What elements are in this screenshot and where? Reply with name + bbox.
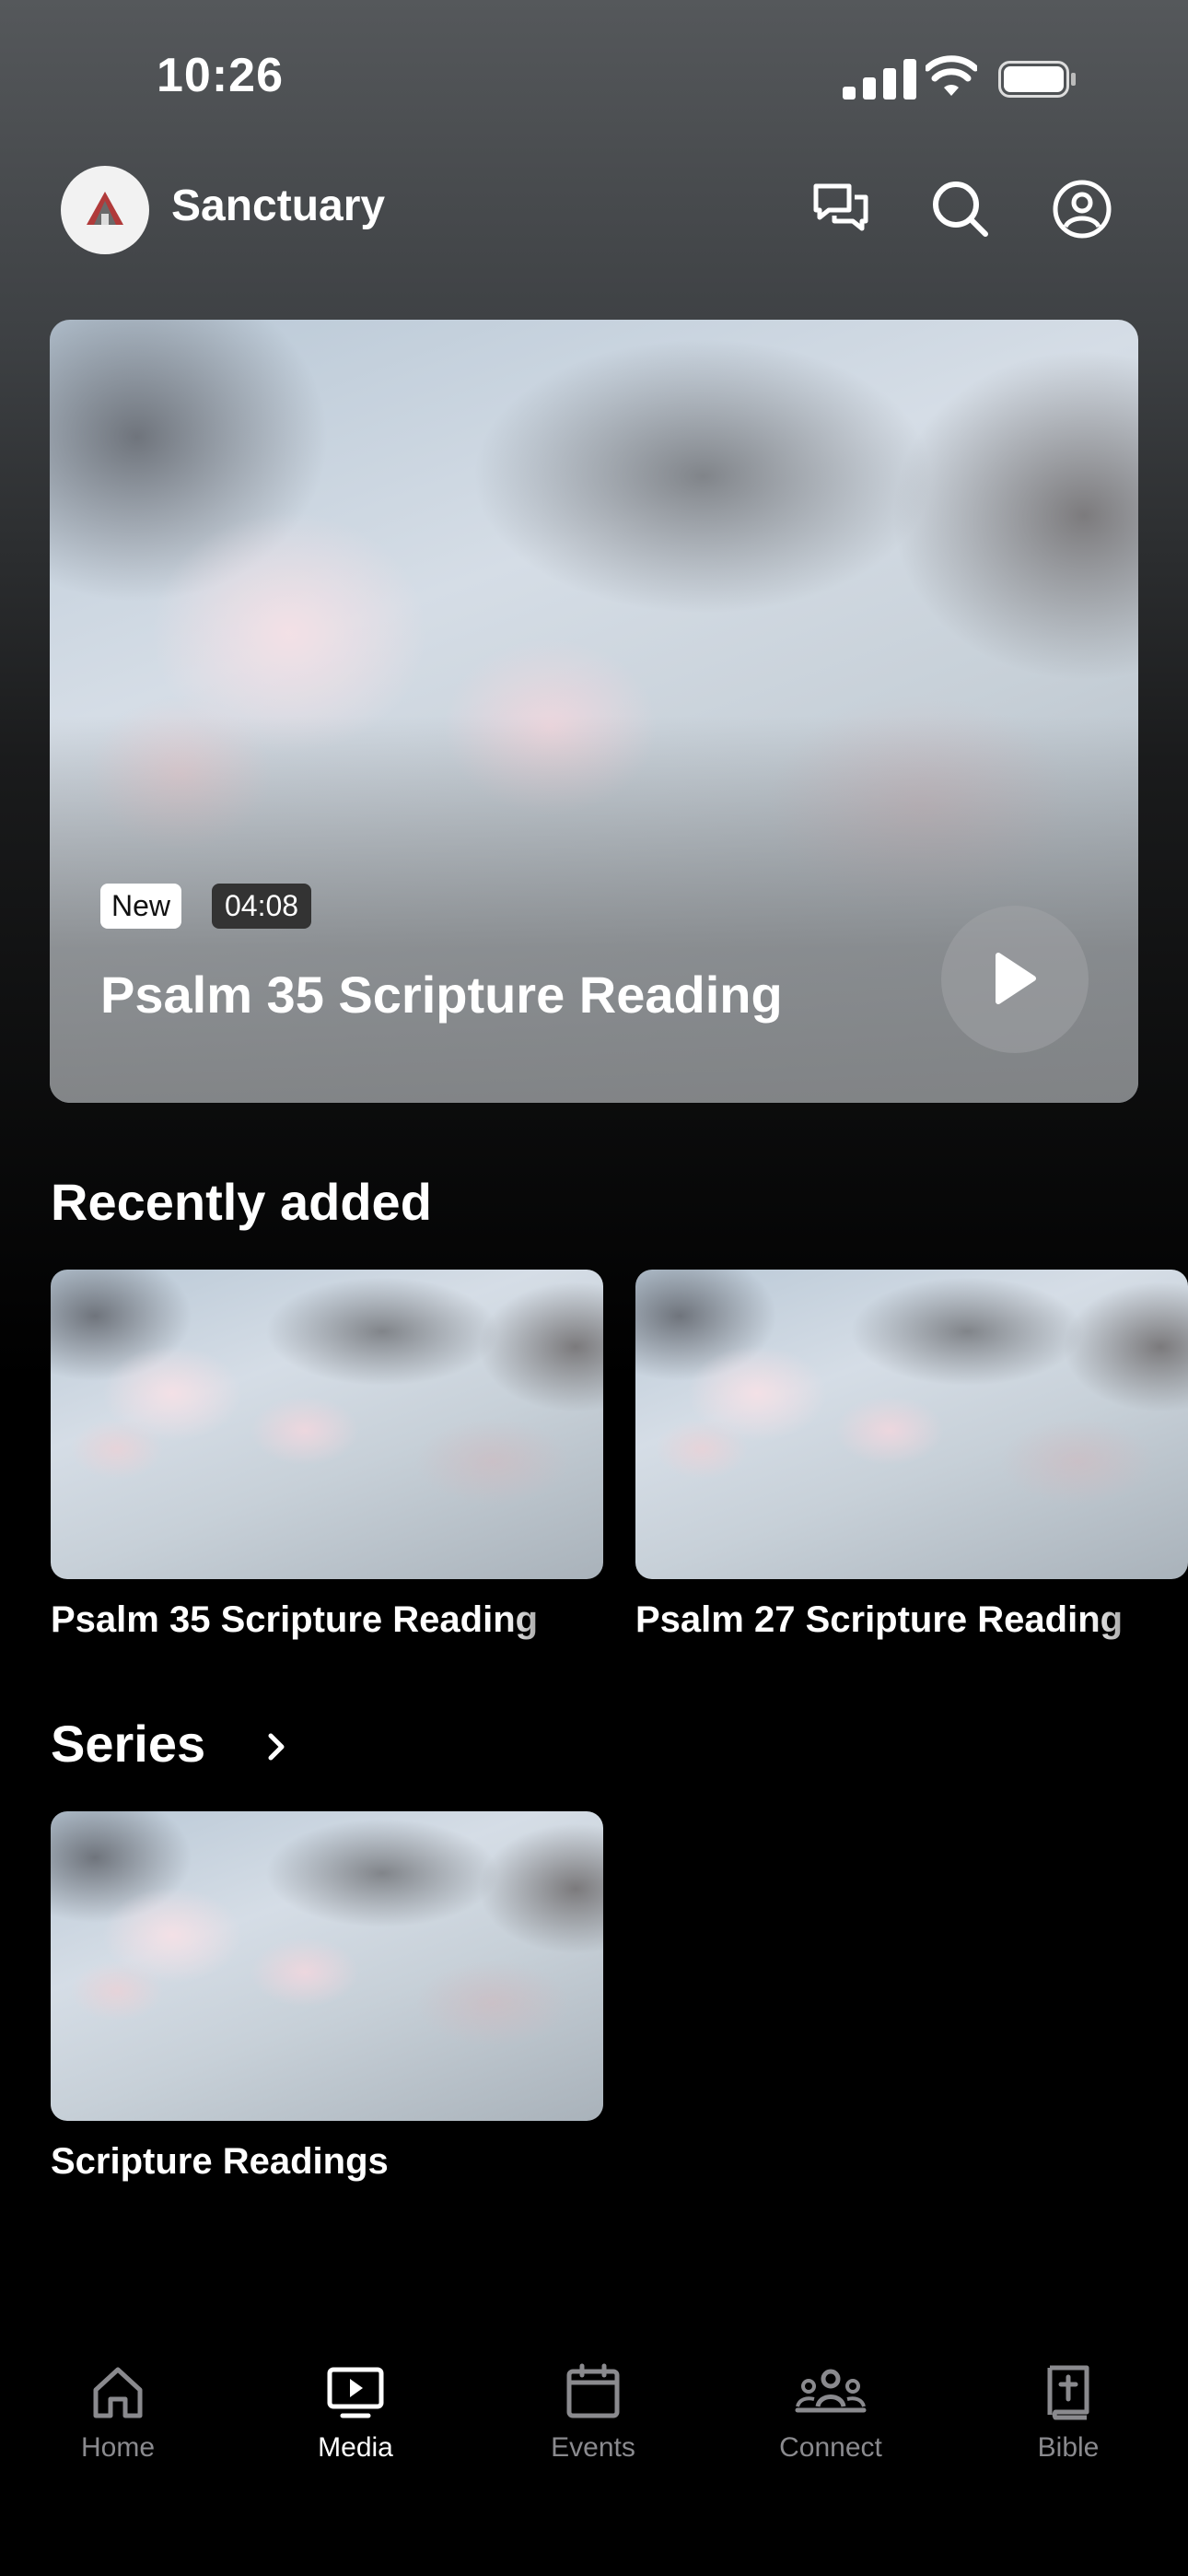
tab-label: Connect (779, 2432, 882, 2463)
tab-media[interactable]: Media (273, 2362, 438, 2464)
duration-badge: 04:08 (212, 884, 312, 929)
tab-bible[interactable]: Bible (985, 2362, 1151, 2464)
tab-bar: Home Media Events Connect Bible (0, 2340, 1188, 2576)
new-badge: New (100, 884, 182, 929)
bible-icon (1047, 2365, 1089, 2420)
search-icon[interactable] (928, 177, 993, 241)
media-card[interactable]: Psalm 27 Scripture Reading (635, 1270, 1188, 1641)
tab-events[interactable]: Events (510, 2362, 676, 2464)
battery-icon (998, 61, 1076, 98)
tab-connect[interactable]: Connect (748, 2362, 914, 2464)
series-card[interactable]: Scripture Readings (51, 1811, 603, 2183)
account-icon[interactable] (1050, 177, 1114, 241)
logo-icon (87, 192, 123, 225)
home-icon (93, 2367, 143, 2418)
tab-label: Events (551, 2432, 635, 2463)
chat-icon[interactable] (809, 177, 873, 241)
series-thumbnail (51, 1811, 603, 2121)
series-title: Scripture Readings (51, 2141, 389, 2182)
status-time: 10:26 (157, 49, 284, 102)
chevron-right-icon[interactable] (258, 1728, 295, 1765)
media-icon (327, 2367, 384, 2418)
play-icon (996, 953, 1036, 1004)
featured-title: Psalm 35 Scripture Reading (100, 966, 783, 1024)
play-button[interactable] (941, 906, 1089, 1053)
signal-icon (843, 59, 918, 100)
app-header: Sanctuary (0, 157, 1188, 267)
media-card[interactable]: Psalm 35 Scripture Reading (51, 1270, 603, 1641)
people-icon (795, 2369, 867, 2413)
media-title: Psalm 35 Scripture Reading (51, 1599, 539, 1640)
status-bar: 10:26 (0, 0, 1188, 157)
tab-home[interactable]: Home (35, 2362, 201, 2464)
app-name: Sanctuary (171, 181, 386, 230)
church-logo[interactable] (61, 166, 149, 254)
tab-label: Bible (1037, 2432, 1100, 2463)
tab-label: Home (80, 2432, 156, 2463)
media-thumbnail (51, 1270, 603, 1579)
featured-media-card[interactable]: New 04:08 Psalm 35 Scripture Reading (50, 320, 1138, 1103)
media-title: Psalm 27 Scripture Reading (635, 1599, 1124, 1640)
tab-label: Media (318, 2432, 393, 2463)
recently-added-heading: Recently added (51, 1173, 432, 1231)
wifi-icon (926, 55, 977, 96)
media-thumbnail (635, 1270, 1188, 1579)
series-heading[interactable]: Series (51, 1714, 205, 1774)
calendar-icon (566, 2363, 620, 2418)
